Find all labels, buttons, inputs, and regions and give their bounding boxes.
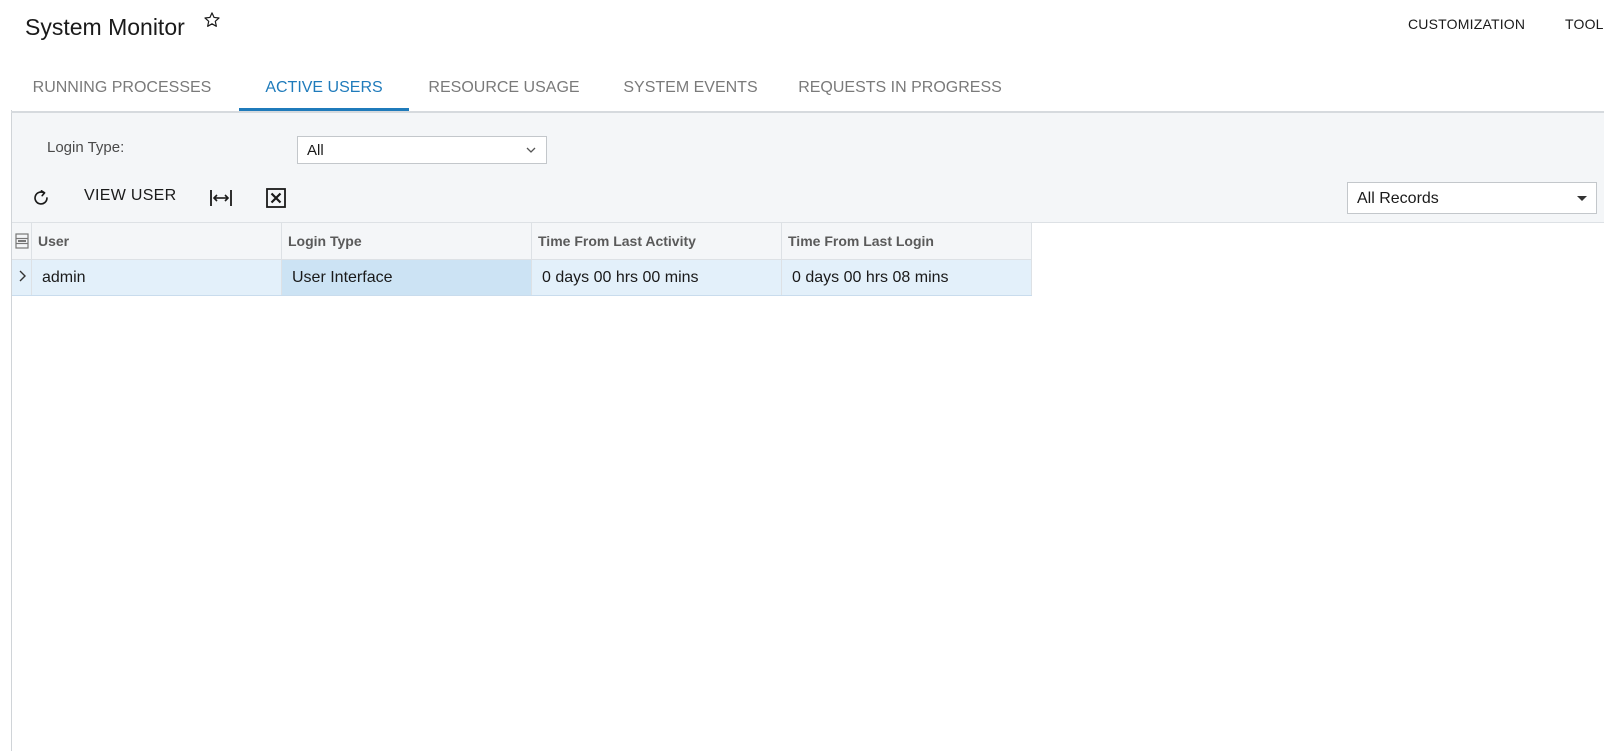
cell-value: admin [42, 269, 86, 286]
tab-requests-in-progress[interactable]: REQUESTS IN PROGRESS [789, 64, 1011, 109]
star-icon[interactable] [203, 11, 221, 29]
cell-value: 0 days 00 hrs 08 mins [792, 269, 949, 286]
records-filter-select[interactable]: All Records [1347, 182, 1597, 214]
tab-resource-usage[interactable]: RESOURCE USAGE [416, 64, 592, 109]
customization-link[interactable]: CUSTOMIZATION [1408, 16, 1525, 32]
fit-columns-icon[interactable] [209, 187, 233, 209]
tab-active-users[interactable]: ACTIVE USERS [239, 64, 409, 111]
column-header-label: Time From Last Activity [538, 233, 696, 249]
login-type-label: Login Type: [47, 139, 125, 156]
system-monitor-page: System Monitor CUSTOMIZATION TOOLS RUNNI… [0, 0, 1604, 751]
tab-running-processes[interactable]: RUNNING PROCESSES [26, 64, 218, 109]
tab-system-events[interactable]: SYSTEM EVENTS [609, 64, 772, 109]
column-config-icon [15, 233, 29, 249]
cell-value: User Interface [292, 269, 393, 286]
column-header-label: User [38, 233, 70, 249]
cell-user[interactable]: admin [32, 260, 282, 295]
cell-value: 0 days 00 hrs 00 mins [542, 269, 699, 286]
column-header-last-activity[interactable]: Time From Last Activity [532, 223, 782, 259]
chevron-down-icon [526, 147, 536, 153]
tools-link[interactable]: TOOLS [1565, 16, 1604, 32]
view-user-button[interactable]: VIEW USER [84, 187, 177, 205]
row-expander[interactable] [12, 260, 32, 295]
login-type-select[interactable]: All [297, 136, 547, 164]
caret-down-icon [1577, 196, 1587, 201]
grid-header: User Login Type Time From Last Activity … [12, 223, 1032, 260]
login-type-value: All [307, 142, 324, 159]
row-selector-header[interactable] [12, 223, 32, 259]
column-header-user[interactable]: User [32, 223, 282, 259]
cell-login-type[interactable]: User Interface [282, 260, 532, 295]
cell-last-activity[interactable]: 0 days 00 hrs 00 mins [532, 260, 782, 295]
column-header-label: Time From Last Login [788, 233, 934, 249]
table-row[interactable]: admin User Interface 0 days 00 hrs 00 mi… [12, 260, 1032, 296]
filter-panel: Login Type: All VIEW USER All Records [12, 113, 1604, 223]
column-header-label: Login Type [288, 233, 362, 249]
refresh-icon[interactable] [30, 187, 52, 209]
column-header-last-login[interactable]: Time From Last Login [782, 223, 1032, 259]
active-users-grid: User Login Type Time From Last Activity … [12, 223, 1032, 296]
cell-last-login[interactable]: 0 days 00 hrs 08 mins [782, 260, 1032, 295]
tab-bar: RUNNING PROCESSES ACTIVE USERS RESOURCE … [11, 64, 1604, 113]
excel-export-icon[interactable] [265, 187, 287, 209]
records-filter-value: All Records [1357, 190, 1439, 207]
column-header-login-type[interactable]: Login Type [282, 223, 532, 259]
page-title: System Monitor [25, 14, 185, 40]
chevron-right-icon [19, 270, 26, 282]
